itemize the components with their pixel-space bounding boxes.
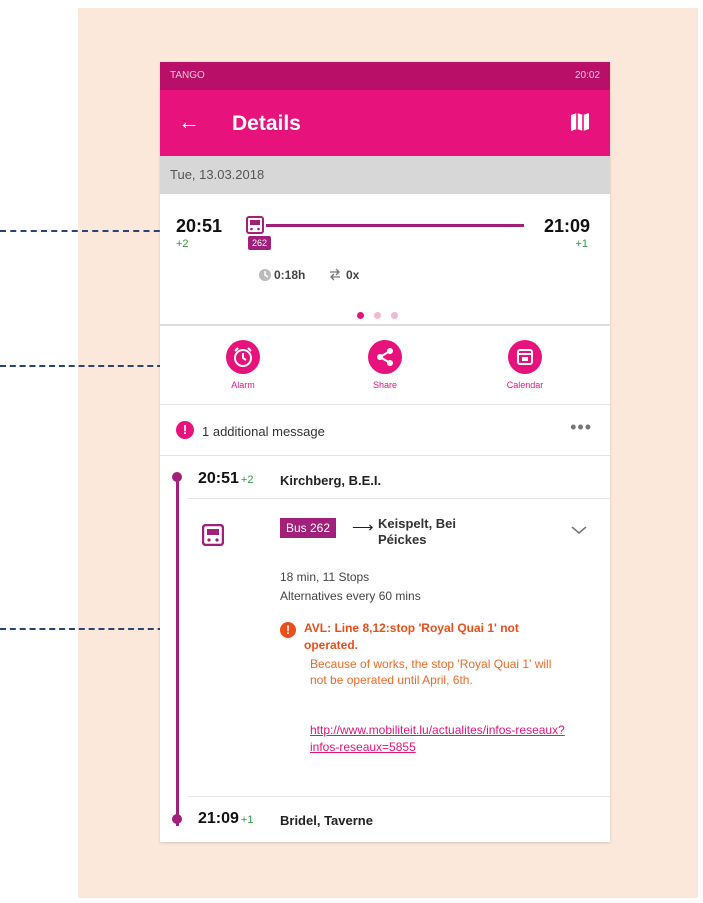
messages-text: 1 additional message xyxy=(202,424,325,439)
arrival-delay: +1 xyxy=(575,238,588,250)
leg-duration-stops: 18 min, 11 Stops xyxy=(280,570,370,584)
arrow-left-icon[interactable]: ← xyxy=(178,110,200,134)
timeline-end-dot xyxy=(172,814,182,824)
end-delay: +1 xyxy=(240,814,254,826)
start-delay: +2 xyxy=(240,474,254,486)
divider xyxy=(160,455,610,456)
bus-icon xyxy=(202,524,224,546)
warning-icon: ! xyxy=(280,622,296,638)
page-dot-3 xyxy=(391,312,398,319)
leg-details: 18 min, 11 Stops Alternatives every 60 m… xyxy=(280,568,421,606)
calendar-label: Calendar xyxy=(506,380,544,390)
alarm-label: Alarm xyxy=(231,380,255,390)
page-indicator xyxy=(352,306,403,324)
status-clock: 20:02 xyxy=(574,70,600,81)
phone-screen: TANGO 20:02 ← Details Tue, 13.03.2018 20… xyxy=(160,62,610,842)
alarm-icon xyxy=(226,340,260,374)
date-header: Tue, 13.03.2018 xyxy=(160,156,610,194)
divider xyxy=(188,498,610,499)
start-stop-name[interactable]: Kirchberg, B.E.I. xyxy=(280,473,381,488)
warning-title: AVL: Line 8,12:stop 'Royal Quai 1' not o… xyxy=(304,621,519,652)
alert-icon: ! xyxy=(176,421,194,439)
page-dot-2 xyxy=(374,312,381,319)
start-time: 20:51 xyxy=(198,470,239,487)
callout-line-summary xyxy=(0,230,170,232)
end-time: 21:09 xyxy=(198,810,239,827)
warning-body: Because of works, the stop 'Royal Quai 1… xyxy=(310,657,552,687)
share-button[interactable]: Share xyxy=(350,340,420,390)
divider xyxy=(188,796,610,797)
leg-destination: Keispelt, Bei Péickes xyxy=(378,516,457,547)
trip-date: Tue, 13.03.2018 xyxy=(170,167,265,182)
departure-time: 20:51 xyxy=(176,216,223,236)
warning-link[interactable]: http://www.mobiliteit.lu/actualites/info… xyxy=(310,722,565,756)
clock-icon xyxy=(259,269,271,281)
departure-delay: +2 xyxy=(176,238,189,250)
status-bar: TANGO 20:02 xyxy=(160,62,610,90)
timeline-start-dot xyxy=(172,472,182,482)
leg-alternatives: Alternatives every 60 mins xyxy=(280,589,421,603)
start-stop-time: 20:51 +2 xyxy=(198,470,253,488)
arrival-time: 21:09 xyxy=(543,216,590,236)
page-title: Details xyxy=(232,112,301,135)
trip-duration: 0:18h xyxy=(274,268,306,282)
action-bar: Alarm Share Calendar xyxy=(160,326,610,404)
more-options-icon[interactable]: ••• xyxy=(570,417,592,438)
alarm-button[interactable]: Alarm xyxy=(208,340,278,390)
line-badge: Bus 262 xyxy=(280,518,337,538)
map-icon[interactable] xyxy=(568,110,592,134)
chevron-down-icon[interactable] xyxy=(570,524,588,536)
transfer-count: 0x xyxy=(346,268,360,282)
messages-row[interactable]: ! 1 additional message ••• xyxy=(160,405,610,455)
direction-arrow: ⟶ xyxy=(352,519,374,536)
trip-summary-card[interactable]: 20:51 +2 262 21:09 +1 0:18h 0x xyxy=(160,194,610,324)
transfer-icon xyxy=(330,268,340,281)
status-carrier: TANGO xyxy=(170,70,205,81)
itinerary-timeline xyxy=(176,474,179,826)
page-dot-1 xyxy=(357,312,364,319)
end-stop-name[interactable]: Bridel, Taverne xyxy=(280,813,373,828)
calendar-button[interactable]: Calendar xyxy=(490,340,560,390)
share-label: Share xyxy=(372,380,398,390)
line-badge: 262 xyxy=(248,236,272,250)
route-line xyxy=(266,224,524,227)
share-icon xyxy=(368,340,402,374)
bus-icon xyxy=(246,216,264,234)
app-bar: ← Details xyxy=(160,90,610,156)
end-stop-time: 21:09 +1 xyxy=(198,810,253,828)
calendar-icon xyxy=(508,340,542,374)
